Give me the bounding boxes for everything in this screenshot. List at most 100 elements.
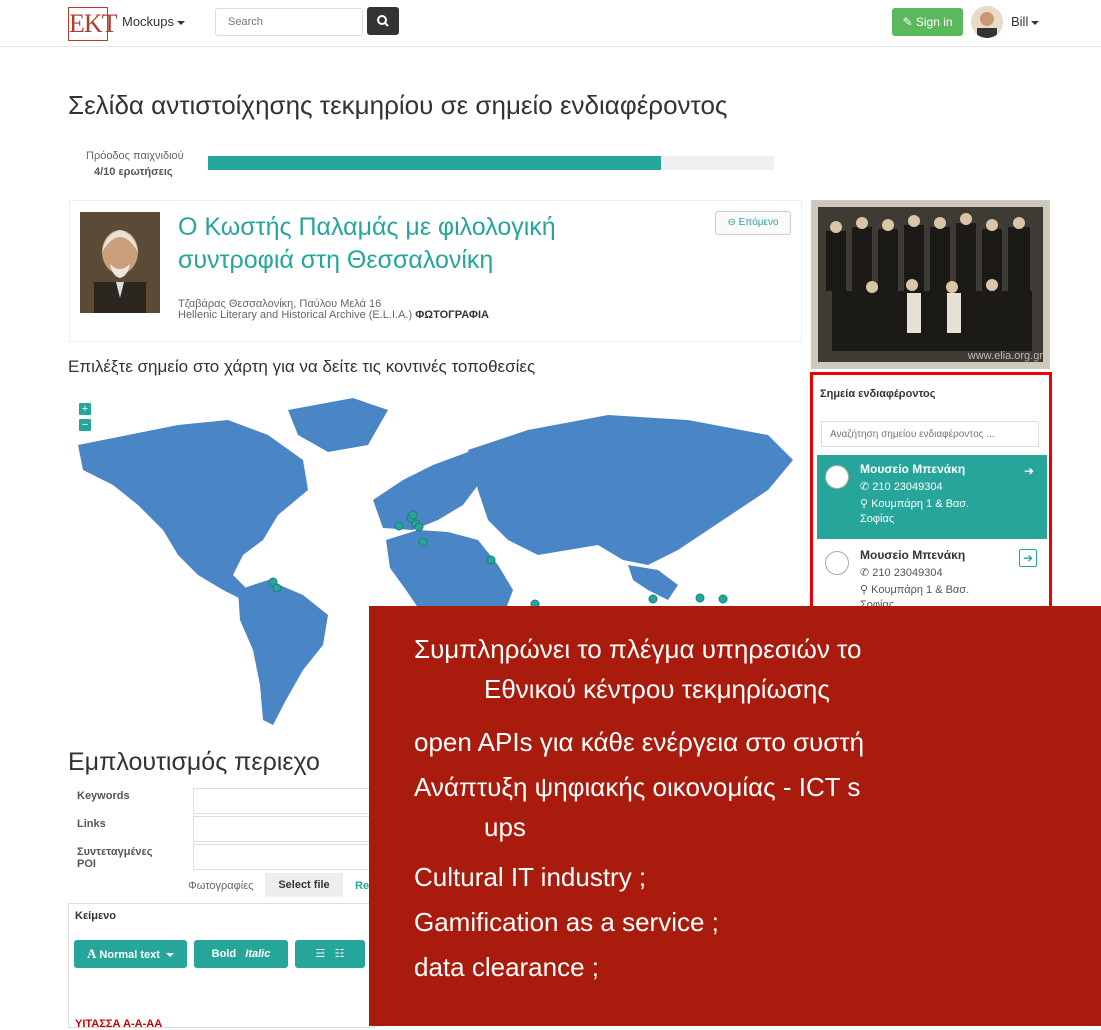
search-input[interactable] xyxy=(215,8,363,36)
next-button-label: Επόμενο xyxy=(738,217,779,228)
poi-search-input[interactable] xyxy=(821,421,1039,447)
format-button-group: Bold Italic xyxy=(194,940,288,968)
overlay-line: Gamification as a service ; xyxy=(414,907,719,937)
remove-link[interactable]: Re xyxy=(355,880,369,892)
phone-icon: ✆ xyxy=(860,481,870,493)
item-portrait-image[interactable] xyxy=(80,212,160,313)
poi-phone: ✆ 210 23049304 xyxy=(860,566,943,579)
text-label: Κείμενο xyxy=(75,910,117,922)
greenland xyxy=(288,398,388,452)
user-avatar-icon xyxy=(971,6,1003,38)
chevron-down-icon xyxy=(166,953,175,958)
asia xyxy=(468,415,793,565)
overlay-line: Ανάπτυξη ψηφιακής οικονομίας - ICT s xyxy=(414,772,861,802)
arrow-right-icon[interactable]: ➔ xyxy=(1021,463,1037,479)
map-marker xyxy=(408,510,418,520)
top-navbar: EKT Mockups ✎ Sign in Bill xyxy=(0,0,1101,47)
search-icon xyxy=(377,15,389,27)
mockups-menu[interactable]: Mockups xyxy=(122,14,186,29)
poi-header: Σημεία ενδιαφέροντος xyxy=(820,388,936,400)
map-marker xyxy=(414,522,424,532)
south-america xyxy=(238,580,328,725)
overlay-line: data clearance ; xyxy=(414,952,600,982)
overlay-line: Εθνικού κέντρου τεκμηρίωσης xyxy=(484,674,830,704)
poi-name: Μουσείο Μπενάκη xyxy=(860,548,966,562)
photos-label: Φωτογραφίες xyxy=(188,880,254,892)
phone-icon: ✆ xyxy=(860,567,870,579)
search-button[interactable] xyxy=(367,7,399,35)
text-editor: Κείμενο A Normal text Bold Italic ☰ ☷ ΥΙ… xyxy=(68,903,375,1030)
progress-bar-fill xyxy=(208,156,661,170)
item-card: Ο Κωστής Παλαμάς με φιλολογική συντροφιά… xyxy=(69,200,802,342)
user-menu[interactable]: Bill xyxy=(1011,14,1040,29)
select-file-button[interactable]: Select file xyxy=(265,873,343,897)
enrichment-title: Εμπλουτισμός περιεχο xyxy=(68,748,320,776)
item-photo[interactable]: www.elia.org.gr xyxy=(811,200,1050,369)
overlay-line: Συμπληρώνει το πλέγμα υπηρεσιών το xyxy=(414,634,862,664)
overlay-line: open APIs για κάθε ενέργεια στο συστή xyxy=(414,727,865,757)
coords-input[interactable] xyxy=(193,844,375,870)
normal-text-label: Normal text xyxy=(99,949,160,961)
north-america xyxy=(78,420,308,600)
europe xyxy=(373,452,488,530)
user-name: Bill xyxy=(1011,14,1029,29)
poi-phone: ✆ 210 23049304 xyxy=(860,480,943,493)
map-marker xyxy=(394,521,404,531)
sign-in-button[interactable]: ✎ Sign in xyxy=(892,8,963,36)
poi-panel: Σημεία ενδιαφέροντος Μουσείο Μπενάκη ✆ 2… xyxy=(810,372,1052,622)
keywords-label: Keywords xyxy=(77,790,130,802)
ordered-list-icon[interactable]: ☷ xyxy=(335,948,345,960)
chevron-down-icon xyxy=(1031,20,1040,25)
poi-address-text: Κουμπάρη 1 & Βασ. Σοφίας xyxy=(860,498,970,525)
avatar[interactable] xyxy=(971,6,1003,38)
bold-button[interactable]: Bold xyxy=(212,948,236,960)
map-marker-icon: ⚲ xyxy=(860,584,869,596)
progress-bar xyxy=(208,156,774,170)
links-input[interactable] xyxy=(193,816,375,842)
coords-label: Συντεταγμένες POI xyxy=(77,846,153,870)
sign-in-label: Sign in xyxy=(915,15,953,29)
progress-value: 4/10 ερωτήσεις xyxy=(94,166,173,178)
map-marker xyxy=(486,555,496,565)
item-source-name: Hellenic Literary and Historical Archive… xyxy=(178,309,413,321)
map-marker xyxy=(648,594,658,604)
item-title-line-1: Ο Κωστής Παλαμάς με φιλολογική xyxy=(178,213,556,241)
overlay-line: ups xyxy=(484,812,526,842)
next-button[interactable]: ⊖ Επόμενο xyxy=(715,211,791,235)
map-marker xyxy=(418,537,428,547)
editor-red-text: ΥΙΤΑΣΣΑ Α-Α-ΑΑ xyxy=(75,1018,163,1030)
poi-phone-number: 210 23049304 xyxy=(872,567,943,579)
poi-list-item[interactable]: Μουσείο Μπενάκη ✆ 210 23049304 ⚲ Κουμπάρ… xyxy=(817,455,1047,539)
unordered-list-icon[interactable]: ☰ xyxy=(316,948,326,960)
italic-button[interactable]: Italic xyxy=(245,948,270,960)
page-title: Σελίδα αντιστοίχησης τεκμηρίου σε σημείο… xyxy=(68,90,728,120)
links-label: Links xyxy=(77,818,106,830)
poi-name: Μουσείο Μπενάκη xyxy=(860,462,966,476)
ekt-logo[interactable]: EKT xyxy=(68,7,118,41)
photo-watermark: www.elia.org.gr xyxy=(967,350,1043,362)
font-icon: A xyxy=(86,946,97,961)
poi-phone-number: 210 23049304 xyxy=(872,481,943,493)
progress-label: Πρόοδος παιχνιδιού xyxy=(86,150,184,162)
museum-logo-icon xyxy=(825,465,849,489)
museum-logo-icon xyxy=(825,551,849,575)
item-type: ΦΩΤΟΓΡΑΦΙΑ xyxy=(415,309,489,321)
coords-label-line-1: Συντεταγμένες xyxy=(77,846,153,858)
list-button-group: ☰ ☷ xyxy=(295,940,365,968)
item-title-line-2: συντροφιά στη Θεσσαλονίκη xyxy=(178,246,494,274)
item-title[interactable]: Ο Κωστής Παλαμάς με φιλολογική συντροφιά… xyxy=(178,211,658,277)
coords-label-line-2: POI xyxy=(77,858,96,870)
map-marker xyxy=(718,594,728,604)
arrow-right-button[interactable]: ➔ xyxy=(1019,549,1037,567)
item-source: Hellenic Literary and Historical Archive… xyxy=(178,309,489,321)
portrait-image xyxy=(80,212,160,313)
normal-text-dropdown[interactable]: A Normal text xyxy=(74,940,187,968)
group-photo-image xyxy=(812,201,1049,368)
presentation-overlay: Συμπληρώνει το πλέγμα υπηρεσιών το Εθνικ… xyxy=(369,606,1101,1026)
map-marker-icon: ⚲ xyxy=(860,498,869,510)
circle-arrow-right-icon: ⊖ xyxy=(727,217,736,228)
map-marker xyxy=(695,593,705,603)
keywords-input[interactable] xyxy=(193,788,375,814)
map-title: Επιλέξτε σημείο στο χάρτη για να δείτε τ… xyxy=(68,357,536,376)
mockups-menu-label: Mockups xyxy=(122,14,175,29)
